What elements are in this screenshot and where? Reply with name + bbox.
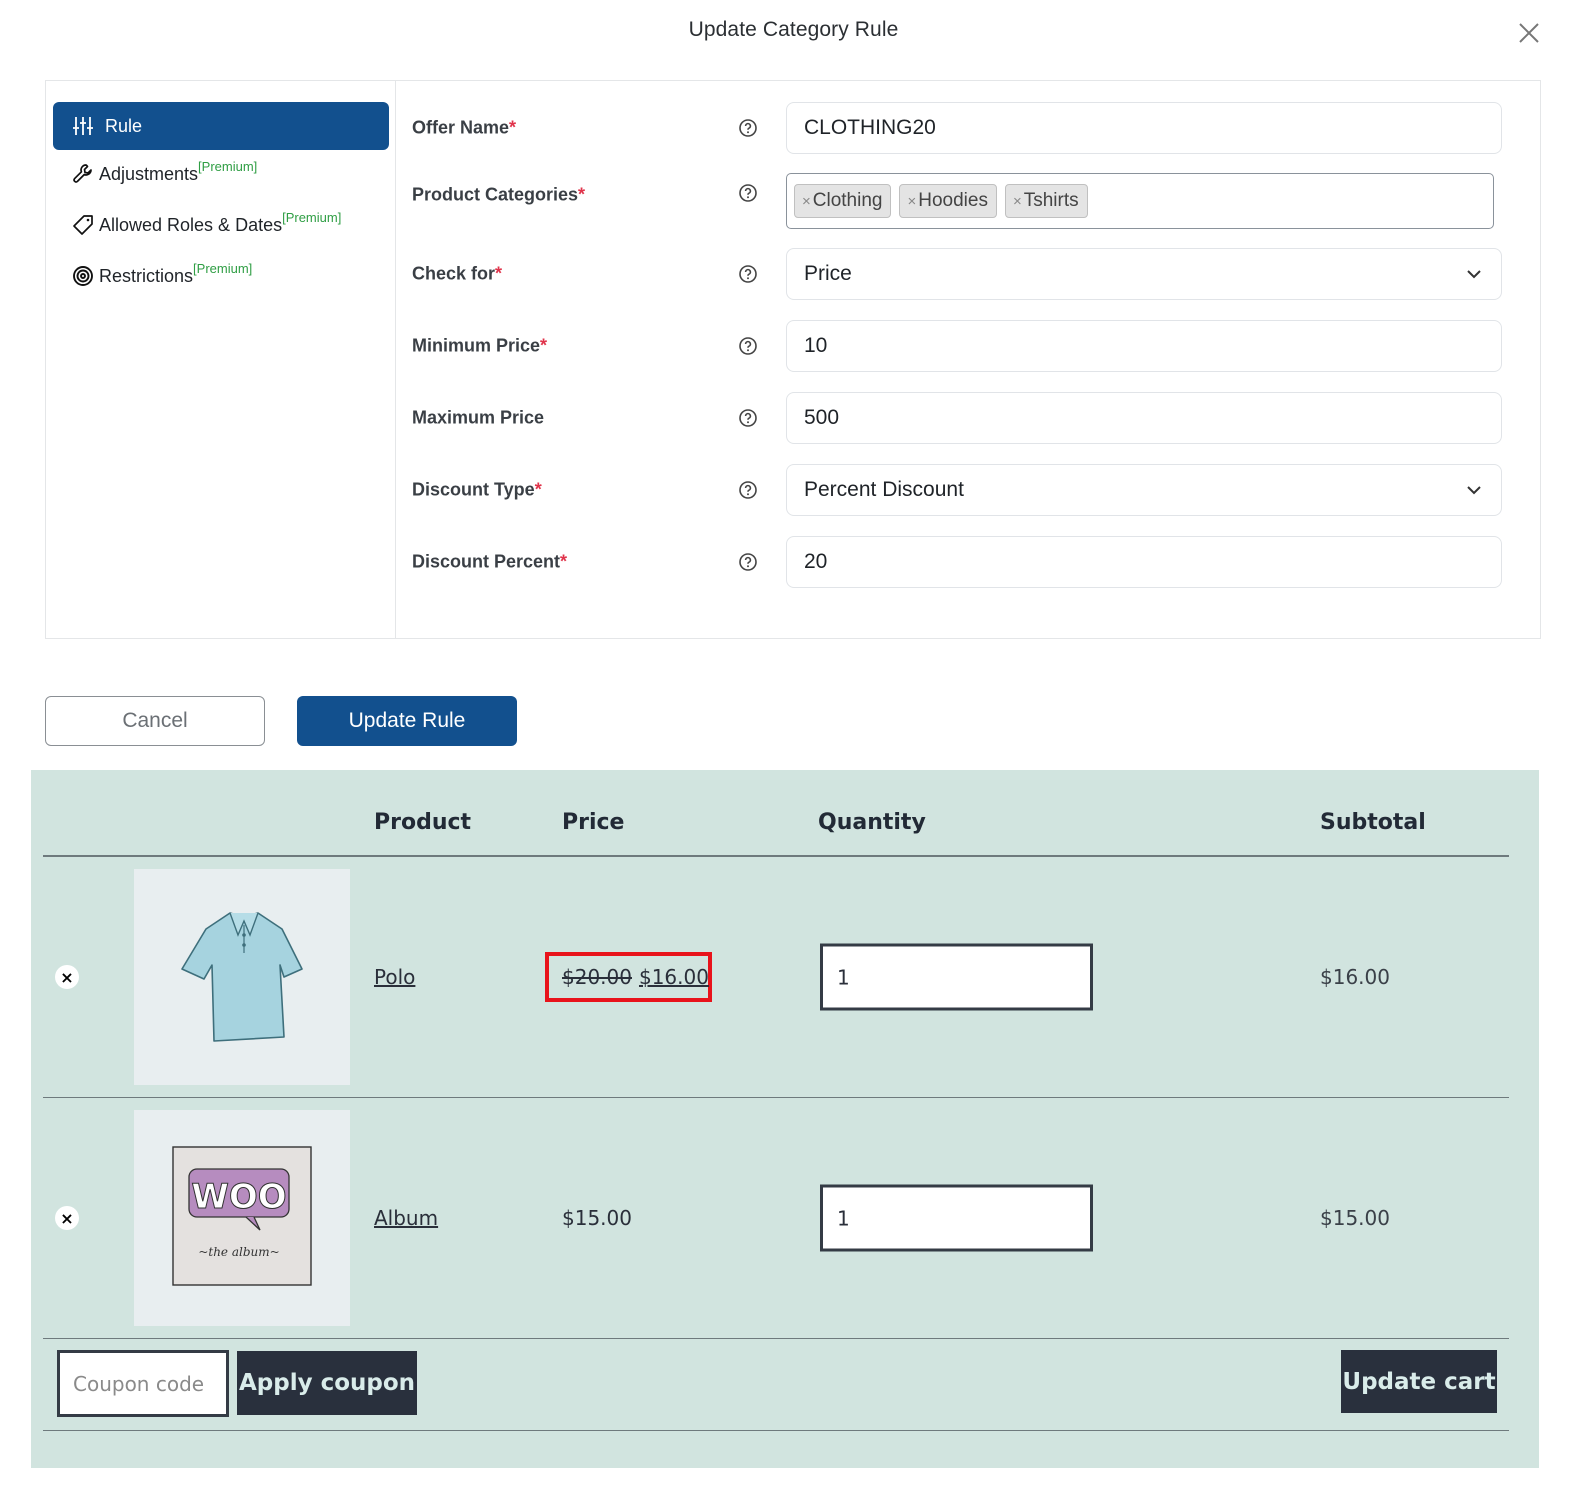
premium-badge: [Premium] <box>198 158 258 174</box>
cart-row: × WOO ~the album~ Album $15.00 1 $15.00 <box>43 1098 1509 1339</box>
discount-type-row: Discount Type* Percent Discount <box>412 464 1532 516</box>
wrench-icon <box>71 162 95 186</box>
help-icon[interactable] <box>738 264 758 284</box>
sale-price[interactable]: $16.00 <box>639 965 709 989</box>
remove-item-button[interactable]: × <box>55 965 79 989</box>
remove-tag-icon[interactable]: × <box>1013 193 1022 210</box>
help-icon[interactable] <box>738 408 758 428</box>
help-icon[interactable] <box>738 118 758 138</box>
product-categories-label: Product Categories* <box>412 184 586 205</box>
tag-icon <box>71 213 95 237</box>
sliders-icon <box>71 114 95 138</box>
offer-name-input[interactable]: CLOTHING20 <box>786 102 1502 154</box>
album-word: WOO <box>191 1177 286 1217</box>
discount-type-select[interactable]: Percent Discount <box>786 464 1502 516</box>
update-rule-button[interactable]: Update Rule <box>297 696 517 746</box>
category-tag[interactable]: × Clothing <box>794 184 892 218</box>
sidebar-item-allowed-roles-dates[interactable]: Allowed Roles & Dates [Premium] <box>53 201 389 249</box>
row-subtotal: $16.00 <box>1320 965 1390 989</box>
maximum-price-label: Maximum Price <box>412 407 545 428</box>
quantity-input[interactable]: 1 <box>820 1184 1093 1252</box>
sidebar-item-label: Allowed Roles & Dates <box>99 214 283 235</box>
cart-table: Product Price Quantity Subtotal × Polo $… <box>31 770 1539 1468</box>
close-button[interactable] <box>1516 20 1542 46</box>
product-categories-select[interactable]: × Clothing × Hoodies × Tshirts <box>786 173 1494 229</box>
help-icon[interactable] <box>738 183 758 203</box>
row-subtotal: $15.00 <box>1320 1206 1390 1230</box>
target-icon <box>71 264 95 288</box>
cancel-button[interactable]: Cancel <box>45 696 265 746</box>
sidebar-item-adjustments[interactable]: Adjustments [Premium] <box>53 150 389 198</box>
chevron-down-icon <box>1467 486 1481 495</box>
header-product: Product <box>374 810 472 835</box>
album-caption: ~the album~ <box>198 1245 279 1259</box>
category-tag[interactable]: × Hoodies <box>899 184 997 218</box>
maximum-price-input[interactable]: 500 <box>786 392 1502 444</box>
premium-badge: [Premium] <box>282 209 342 225</box>
cart-actions: Coupon code Apply coupon Update cart <box>43 1338 1509 1431</box>
minimum-price-label: Minimum Price* <box>412 335 548 356</box>
maximum-price-row: Maximum Price 500 <box>412 392 1532 444</box>
header-subtotal: Subtotal <box>1320 810 1426 835</box>
product-link-album[interactable]: Album <box>374 1206 438 1230</box>
offer-name-label: Offer Name* <box>412 117 517 138</box>
polo-shirt-image[interactable] <box>134 869 350 1085</box>
product-categories-row: Product Categories* × Clothing × Hoodies ×… <box>412 173 1532 229</box>
sidebar-item-label: Adjustments <box>99 163 199 184</box>
discount-percent-label: Discount Percent* <box>412 551 568 572</box>
check-for-row: Check for* Price <box>412 248 1532 300</box>
polo-shirt-icon <box>181 912 303 1042</box>
sidebar-item-rule[interactable]: Rule <box>53 102 389 150</box>
remove-item-button[interactable]: × <box>55 1206 79 1230</box>
offer-name-row: Offer Name* CLOTHING20 <box>412 102 1532 154</box>
album-cover-icon: WOO ~the album~ <box>172 1146 312 1286</box>
remove-tag-icon[interactable]: × <box>907 193 916 210</box>
apply-coupon-button[interactable]: Apply coupon <box>237 1351 417 1415</box>
header-price: Price <box>562 810 625 835</box>
minimum-price-input[interactable]: 10 <box>786 320 1502 372</box>
modal-title: Update Category Rule <box>688 18 899 41</box>
check-for-label: Check for* <box>412 263 503 284</box>
close-icon <box>1519 23 1539 43</box>
cart-header-row: Product Price Quantity Subtotal <box>43 770 1509 857</box>
premium-badge: [Premium] <box>193 260 253 276</box>
chevron-down-icon <box>1467 270 1481 279</box>
sidebar: Rule Adjustments [Premium] Allowed Roles… <box>46 81 396 638</box>
cart-row: × Polo $20.00 $16.00 1 $16.00 <box>43 857 1509 1098</box>
sidebar-item-label: Restrictions <box>99 265 194 286</box>
quantity-input[interactable]: 1 <box>820 943 1093 1011</box>
discount-percent-input[interactable]: 20 <box>786 536 1502 588</box>
category-tag[interactable]: × Tshirts <box>1004 184 1088 218</box>
help-icon[interactable] <box>738 480 758 500</box>
discount-type-label: Discount Type* <box>412 479 542 500</box>
discounted-price-highlight: $20.00 $16.00 <box>545 952 712 1002</box>
check-for-select[interactable]: Price <box>786 248 1502 300</box>
sidebar-item-restrictions[interactable]: Restrictions [Premium] <box>53 252 389 300</box>
rule-panel: Rule Adjustments [Premium] Allowed Roles… <box>45 80 1541 639</box>
remove-tag-icon[interactable]: × <box>802 193 811 210</box>
product-link-polo[interactable]: Polo <box>374 965 415 989</box>
original-price: $20.00 <box>562 965 632 989</box>
sidebar-item-label: Rule <box>105 115 143 136</box>
discount-percent-row: Discount Percent* 20 <box>412 536 1532 588</box>
help-icon[interactable] <box>738 336 758 356</box>
header-quantity: Quantity <box>818 810 926 835</box>
help-icon[interactable] <box>738 552 758 572</box>
minimum-price-row: Minimum Price* 10 <box>412 320 1532 372</box>
product-price: $15.00 <box>562 1206 632 1230</box>
woo-album-image[interactable]: WOO ~the album~ <box>134 1110 350 1326</box>
coupon-code-input[interactable]: Coupon code <box>57 1350 229 1417</box>
update-cart-button[interactable]: Update cart <box>1341 1350 1497 1413</box>
